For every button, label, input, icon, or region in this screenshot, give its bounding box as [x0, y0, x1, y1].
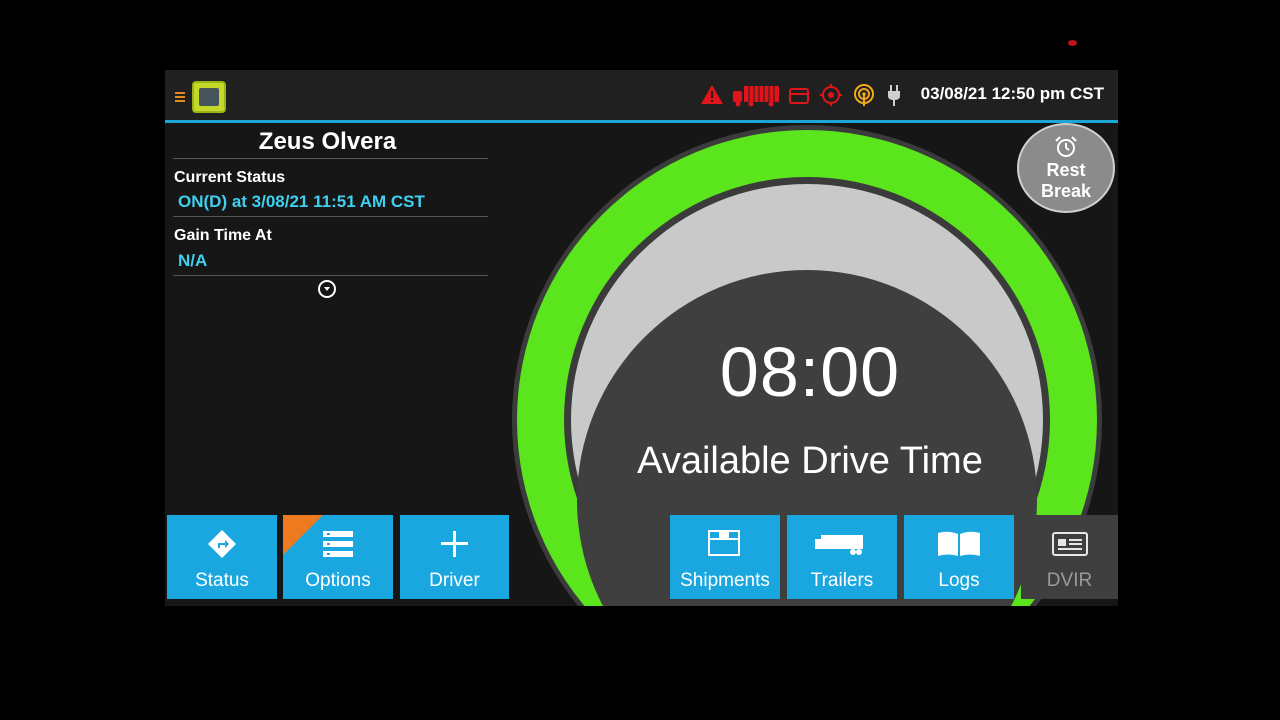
list-icon [323, 531, 353, 557]
plus-icon [441, 531, 468, 557]
options-button-label: Options [305, 570, 371, 591]
dvir-report-icon [1052, 532, 1088, 556]
dvir-button[interactable]: DVIR [1021, 515, 1118, 599]
box-icon [708, 530, 740, 556]
logs-button-label: Logs [938, 570, 980, 591]
logs-button[interactable]: Logs [904, 515, 1014, 599]
available-drive-time-label: Available Drive Time [637, 440, 983, 482]
rest-break-line2: Break [1040, 181, 1092, 201]
driver-button-label: Driver [429, 570, 480, 591]
rest-break-line1: Rest [1046, 160, 1086, 180]
trailers-button-label: Trailers [810, 570, 874, 591]
shipments-button[interactable]: Shipments [670, 515, 780, 599]
rest-break-button[interactable]: Rest Break [1017, 123, 1115, 213]
options-button[interactable]: Options [283, 515, 393, 599]
status-button[interactable]: Status [167, 515, 277, 599]
device-led [1068, 40, 1077, 46]
book-icon [938, 531, 980, 556]
available-drive-time: 08:00 [719, 333, 901, 411]
eld-screen: 03/08/21 12:50 pm CST Zeus Olvera Curren… [165, 70, 1118, 606]
trailers-button[interactable]: Trailers [787, 515, 897, 599]
direction-sign-icon [208, 530, 236, 558]
dvir-button-label: DVIR [1046, 570, 1093, 591]
trailer-icon [815, 535, 863, 555]
shipments-button-label: Shipments [680, 570, 770, 591]
status-button-label: Status [195, 570, 249, 591]
alarm-clock-icon [1055, 136, 1077, 157]
driver-button[interactable]: Driver [400, 515, 509, 599]
